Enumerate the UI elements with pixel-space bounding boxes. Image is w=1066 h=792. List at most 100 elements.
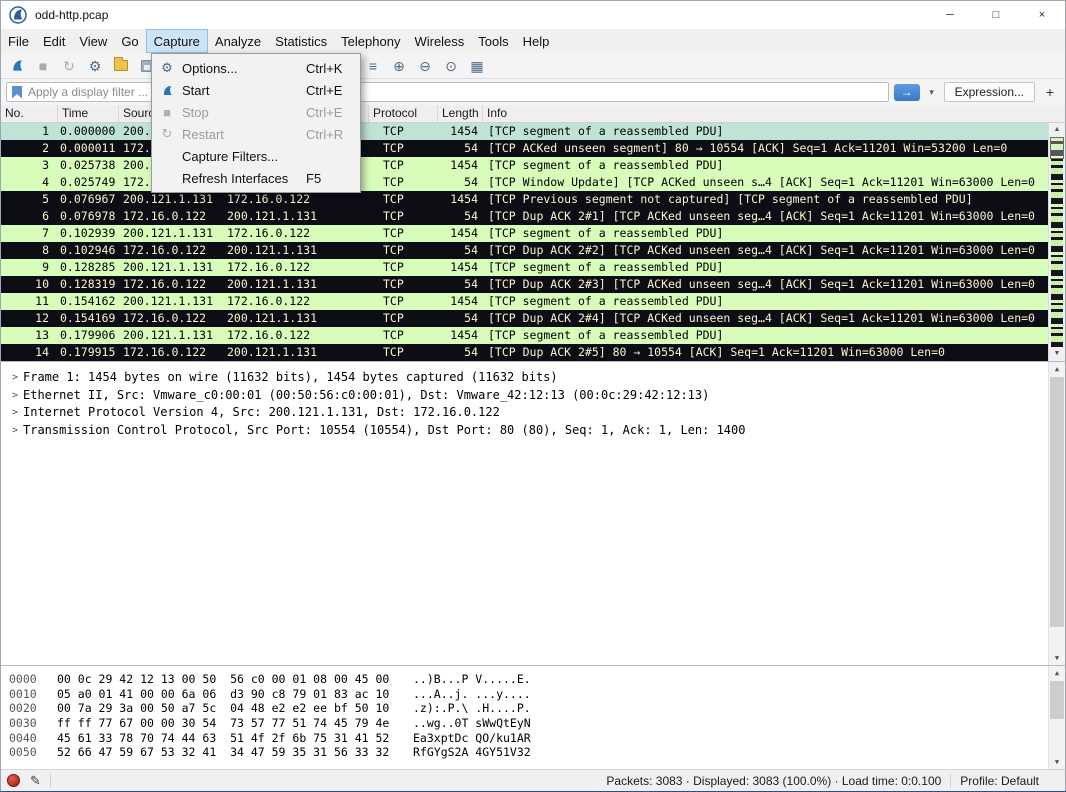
menu-item-shortcut: Ctrl+E — [306, 105, 360, 120]
capture-comment-icon[interactable]: ✎ — [30, 773, 41, 789]
packet-row[interactable]: 140.179915172.16.0.122200.121.1.131TCP54… — [1, 344, 1065, 361]
packet-row[interactable]: 90.128285200.121.1.131172.16.0.122TCP145… — [1, 259, 1065, 276]
packet-protocol: TCP — [369, 242, 438, 259]
column-header-info[interactable]: Info — [483, 105, 1065, 122]
expander-icon[interactable]: > — [7, 369, 23, 387]
zoom-out-button[interactable]: ⊖ — [413, 55, 437, 77]
display-filter-field[interactable] — [6, 82, 889, 102]
packet-row[interactable]: 130.179906200.121.1.131172.16.0.122TCP14… — [1, 327, 1065, 344]
detail-row-ip[interactable]: >Internet Protocol Version 4, Src: 200.1… — [1, 404, 1065, 422]
hex-row[interactable]: 001005 a0 01 41 00 00 6a 06 d3 90 c8 79 … — [1, 687, 1065, 702]
menu-wireless[interactable]: Wireless — [407, 29, 471, 53]
menu-analyze[interactable]: Analyze — [208, 29, 268, 53]
column-header-time[interactable]: Time — [58, 105, 119, 122]
resize-columns-button[interactable]: ▦ — [465, 55, 489, 77]
zoom-normal-button[interactable]: ⊙ — [439, 55, 463, 77]
profile-label[interactable]: Profile: Default — [960, 774, 1039, 788]
packet-no: 5 — [1, 191, 58, 208]
apply-filter-button[interactable]: → — [894, 84, 920, 101]
packet-no: 1 — [1, 123, 58, 140]
menu-statistics[interactable]: Statistics — [268, 29, 334, 53]
minimize-button[interactable]: ─ — [927, 1, 973, 29]
scroll-down-icon[interactable]: ▼ — [1049, 755, 1065, 769]
menu-capture[interactable]: Capture — [146, 29, 208, 53]
menu-edit[interactable]: Edit — [36, 29, 72, 53]
scroll-down-icon[interactable]: ▼ — [1049, 651, 1065, 665]
details-scrollbar[interactable]: ▲ ▼ — [1048, 362, 1065, 665]
packet-no: 6 — [1, 208, 58, 225]
menu-view[interactable]: View — [72, 29, 114, 53]
hex-row[interactable]: 000000 0c 29 42 12 13 00 50 56 c0 00 01 … — [1, 672, 1065, 687]
add-filter-button[interactable]: + — [1040, 82, 1060, 102]
close-button[interactable]: × — [1019, 1, 1065, 29]
scrollbar-thumb[interactable] — [1050, 681, 1064, 719]
packet-no: 3 — [1, 157, 58, 174]
column-header-protocol[interactable]: Protocol — [369, 105, 438, 122]
zoom-in-button[interactable]: ⊕ — [387, 55, 411, 77]
packet-protocol: TCP — [369, 140, 438, 157]
open-file-button[interactable] — [109, 55, 133, 77]
bookmark-icon[interactable] — [12, 86, 22, 99]
expression-button[interactable]: Expression... — [944, 82, 1035, 102]
bytes-scrollbar[interactable]: ▲ ▼ — [1048, 666, 1065, 769]
packet-row[interactable]: 70.102939200.121.1.131172.16.0.122TCP145… — [1, 225, 1065, 242]
expander-icon[interactable]: > — [7, 387, 23, 405]
detail-row-frame[interactable]: >Frame 1: 1454 bytes on wire (11632 bits… — [1, 369, 1065, 387]
detail-text: Ethernet II, Src: Vmware_c0:00:01 (00:50… — [23, 387, 709, 405]
maximize-button[interactable]: □ — [973, 1, 1019, 29]
hex-row[interactable]: 005052 66 47 59 67 53 32 41 34 47 59 35 … — [1, 745, 1065, 760]
packet-source: 200.121.1.131 — [119, 259, 223, 276]
packet-row[interactable]: 110.154162200.121.1.131172.16.0.122TCP14… — [1, 293, 1065, 310]
packet-row[interactable]: 50.076967200.121.1.131172.16.0.122TCP145… — [1, 191, 1065, 208]
scroll-up-icon[interactable]: ▲ — [1049, 666, 1065, 680]
menu-item-capture-filters[interactable]: Capture Filters... — [152, 145, 360, 167]
scroll-down-icon[interactable]: ▼ — [1049, 347, 1065, 361]
packet-destination: 172.16.0.122 — [223, 225, 369, 242]
expander-icon[interactable]: > — [7, 422, 23, 440]
packet-source: 172.16.0.122 — [119, 310, 223, 327]
start-capture-button[interactable] — [5, 55, 29, 77]
packet-row[interactable]: 100.128319172.16.0.122200.121.1.131TCP54… — [1, 276, 1065, 293]
hex-row[interactable]: 0030ff ff 77 67 00 00 30 54 73 57 77 51 … — [1, 716, 1065, 731]
hex-row[interactable]: 004045 61 33 78 70 74 44 63 51 4f 2f 6b … — [1, 731, 1065, 746]
menu-item-start[interactable]: Start Ctrl+E — [152, 79, 360, 101]
menu-help[interactable]: Help — [516, 29, 557, 53]
menu-item-options[interactable]: ⚙ Options... Ctrl+K — [152, 57, 360, 79]
menu-tools[interactable]: Tools — [471, 29, 515, 53]
column-header-no[interactable]: No. — [1, 105, 58, 122]
packet-row[interactable]: 80.102946172.16.0.122200.121.1.131TCP54[… — [1, 242, 1065, 259]
packet-row[interactable]: 60.076978172.16.0.122200.121.1.131TCP54[… — [1, 208, 1065, 225]
hex-row[interactable]: 002000 7a 29 3a 00 50 a7 5c 04 48 e2 e2 … — [1, 701, 1065, 716]
packet-row[interactable]: 120.154169172.16.0.122200.121.1.131TCP54… — [1, 310, 1065, 327]
detail-row-ethernet[interactable]: >Ethernet II, Src: Vmware_c0:00:01 (00:5… — [1, 387, 1065, 405]
detail-row-tcp[interactable]: >Transmission Control Protocol, Src Port… — [1, 422, 1065, 440]
capture-options-button[interactable]: ⚙ — [83, 55, 107, 77]
packet-length: 54 — [438, 276, 483, 293]
menu-item-restart: ↻ Restart Ctrl+R — [152, 123, 360, 145]
expert-info-button[interactable] — [7, 774, 20, 787]
menu-telephony[interactable]: Telephony — [334, 29, 407, 53]
colorize-packets-button[interactable]: ≡ — [361, 55, 385, 77]
packet-info: [TCP segment of a reassembled PDU] — [483, 225, 1065, 242]
filter-history-caret[interactable]: ▾ — [925, 87, 939, 98]
packet-info: [TCP Dup ACK 2#3] [TCP ACKed unseen seg…… — [483, 276, 1065, 293]
apply-arrow-icon: → — [901, 85, 913, 99]
packet-length: 1454 — [438, 191, 483, 208]
menu-item-label: Capture Filters... — [182, 149, 306, 164]
menu-go[interactable]: Go — [114, 29, 145, 53]
scrollbar-thumb[interactable] — [1050, 377, 1064, 627]
scroll-up-icon[interactable]: ▲ — [1049, 123, 1065, 137]
menu-file[interactable]: File — [1, 29, 36, 53]
packet-list-scrollbar[interactable]: ▲ ▼ — [1048, 123, 1065, 361]
packet-no: 13 — [1, 327, 58, 344]
column-header-length[interactable]: Length — [438, 105, 483, 122]
menu-item-refresh-interfaces[interactable]: Refresh Interfaces F5 — [152, 167, 360, 189]
scroll-up-icon[interactable]: ▲ — [1049, 362, 1065, 376]
packet-time: 0.076978 — [58, 208, 119, 225]
packet-length: 1454 — [438, 123, 483, 140]
packet-protocol: TCP — [369, 259, 438, 276]
hex-ascii: ..)B...P V.....E. — [413, 672, 531, 687]
scrollbar-thumb[interactable] — [1050, 137, 1064, 159]
packet-length: 54 — [438, 242, 483, 259]
expander-icon[interactable]: > — [7, 404, 23, 422]
